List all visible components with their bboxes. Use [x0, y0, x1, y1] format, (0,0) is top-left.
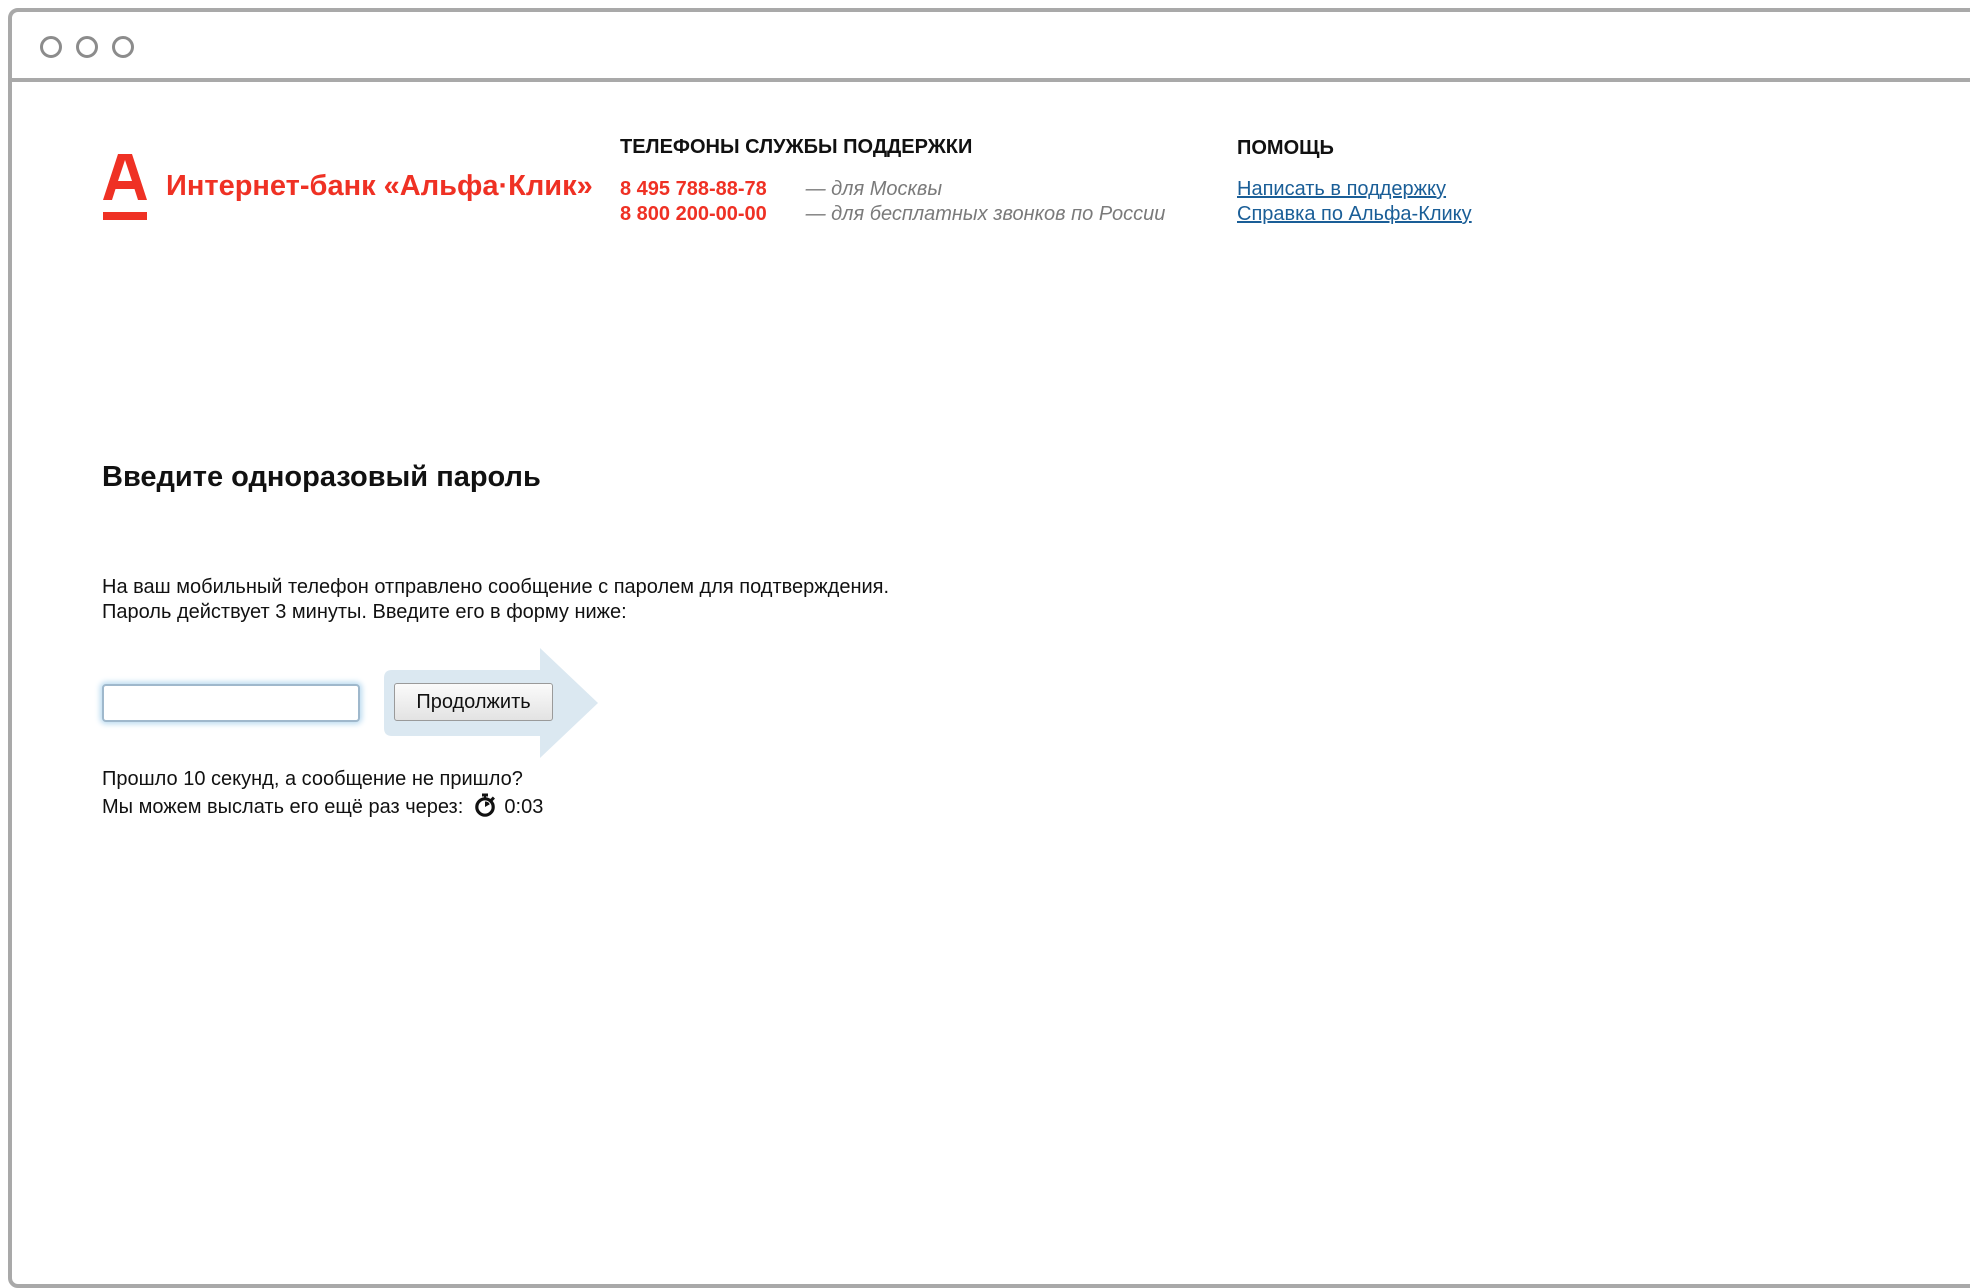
window-minimize-control[interactable] — [76, 36, 98, 58]
continue-button[interactable]: Продолжить — [394, 683, 553, 721]
phone-number[interactable]: 8 495 788-88-78 — [620, 178, 800, 201]
window-maximize-control[interactable] — [112, 36, 134, 58]
window-close-control[interactable] — [40, 36, 62, 58]
phone-number[interactable]: 8 800 200-00-00 — [620, 203, 800, 226]
brand-name[interactable]: Интернет-банк «Альфа·Клик» — [166, 170, 593, 203]
support-phone-russia: 8 800 200-00-00 — для бесплатных звонков… — [620, 203, 1165, 226]
window-titlebar — [12, 12, 1970, 82]
info-text-line: На ваш мобильный телефон отправлено сооб… — [102, 576, 890, 598]
one-time-password-input[interactable] — [102, 684, 360, 722]
phone-note: — для Москвы — [805, 178, 943, 200]
support-phones-title: ТЕЛЕФОНЫ СЛУЖБЫ ПОДДЕРЖКИ — [620, 136, 973, 158]
help-title: ПОМОЩЬ — [1237, 137, 1334, 159]
alfa-letter-a-icon[interactable] — [102, 152, 148, 222]
help-reference-link[interactable]: Справка по Альфа-Клику — [1237, 203, 1472, 226]
support-phone-moscow: 8 495 788-88-78 — для Москвы — [620, 178, 942, 201]
stopwatch-icon — [475, 793, 495, 817]
write-support-link[interactable]: Написать в поддержку — [1237, 178, 1446, 201]
countdown-timer: 0:03 — [504, 796, 544, 818]
resend-question: Прошло 10 секунд, а сообщение не пришло? — [102, 768, 523, 790]
phone-note: — для бесплатных звонков по России — [805, 203, 1166, 225]
resend-countdown: Мы можем выслать его ещё раз через: 0:03 — [102, 793, 543, 819]
resend-countdown-label: Мы можем выслать его ещё раз через: — [102, 796, 464, 818]
page-title: Введите одноразовый пароль — [102, 461, 541, 493]
info-text-line: Пароль действует 3 минуты. Введите его в… — [102, 601, 627, 623]
